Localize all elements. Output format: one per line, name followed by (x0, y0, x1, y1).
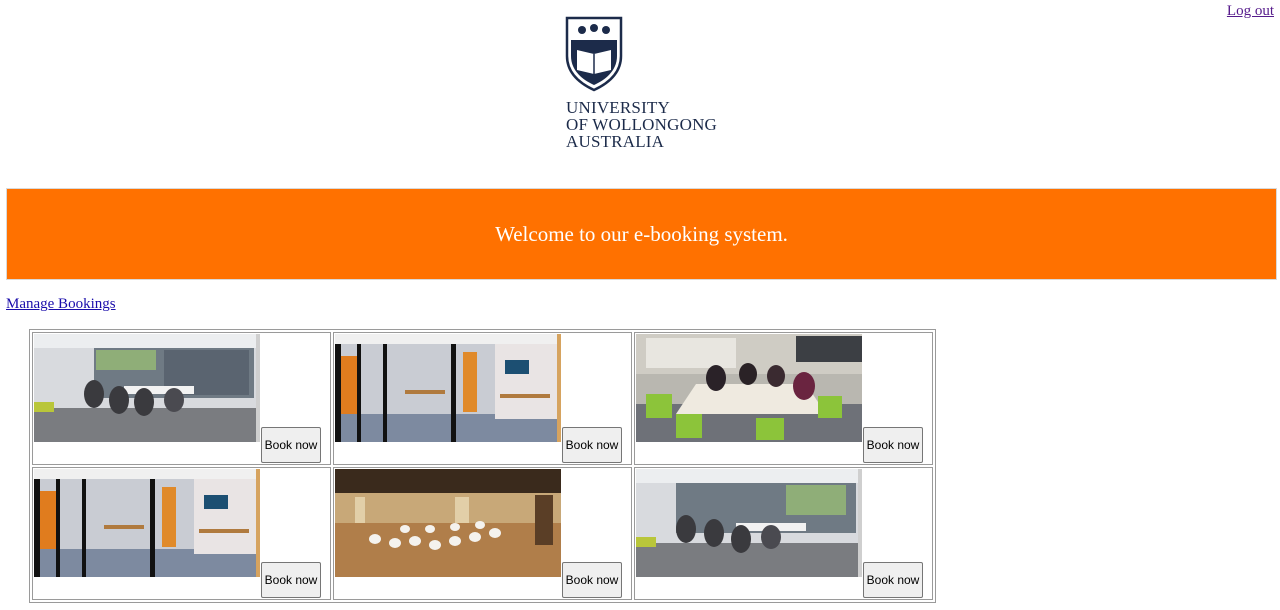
room-cell: Book now (333, 467, 632, 600)
glass-study-room-photo (335, 334, 561, 442)
room-cell: Book now (333, 332, 632, 465)
manage-bookings-link[interactable]: Manage Bookings (6, 296, 116, 313)
logo-line-3: AUSTRALIA (566, 132, 665, 151)
university-logo: UNIVERSITY OF WOLLONGONG AUSTRALIA (565, 16, 735, 156)
logo-line-2: OF WOLLONGONG (566, 115, 718, 134)
book-now-button[interactable]: Book now (261, 562, 321, 598)
book-now-button[interactable]: Book now (863, 562, 923, 598)
logo-wordmark: UNIVERSITY OF WOLLONGONG AUSTRALIA (566, 99, 717, 150)
crest-icon (565, 16, 623, 92)
meeting-room-photo (34, 334, 260, 442)
logo-line-1: UNIVERSITY (566, 98, 670, 117)
room-cell: Book now (32, 467, 331, 600)
book-now-button[interactable]: Book now (863, 427, 923, 463)
room-cell: Book now (32, 332, 331, 465)
lecture-hall-photo (335, 469, 561, 577)
book-now-button[interactable]: Book now (562, 427, 622, 463)
glass-study-room-photo (34, 469, 260, 577)
meeting-room-photo (636, 469, 862, 577)
room-cell: Book now (634, 467, 933, 600)
book-now-button[interactable]: Book now (562, 562, 622, 598)
room-cell: Book now (634, 332, 933, 465)
welcome-text: Welcome to our e-booking system. (495, 221, 788, 246)
group-study-photo (636, 334, 862, 442)
welcome-banner: Welcome to our e-booking system. (6, 188, 1277, 280)
logout-link[interactable]: Log out (1227, 3, 1274, 20)
room-grid: Book now Book now Book now Book now Book… (29, 329, 936, 603)
book-now-button[interactable]: Book now (261, 427, 321, 463)
